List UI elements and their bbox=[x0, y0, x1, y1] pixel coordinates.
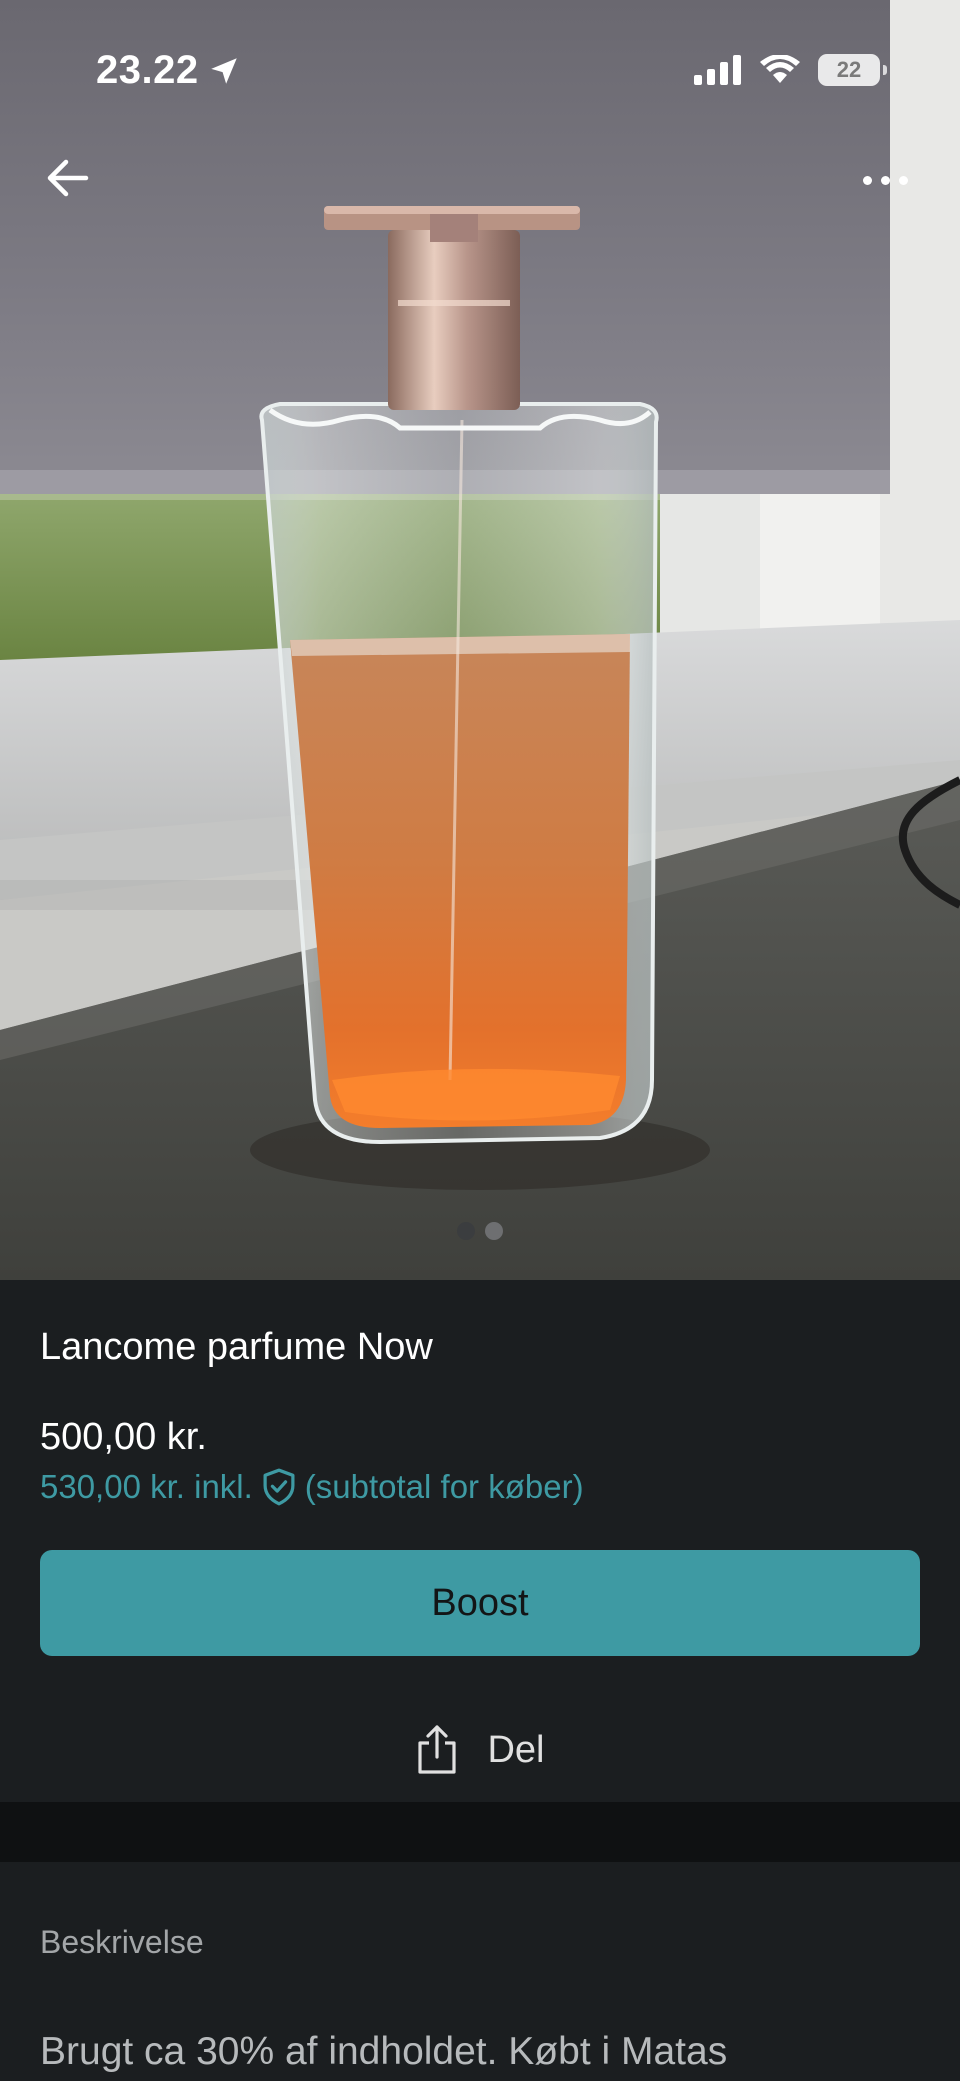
battery-level: 22 bbox=[836, 57, 862, 82]
price-incl-note: (subtotal for køber) bbox=[304, 1468, 584, 1505]
gallery-pagination bbox=[0, 1222, 960, 1240]
product-photo bbox=[0, 0, 960, 1280]
description-label: Beskrivelse bbox=[40, 1924, 204, 1960]
description-text: Brugt ca 30% af indholdet. Købt i Matas bbox=[40, 2030, 728, 2073]
price-incl-amount: 530,00 kr. inkl. bbox=[40, 1468, 253, 1505]
gallery-dot[interactable] bbox=[485, 1222, 503, 1240]
signal-icon bbox=[694, 55, 741, 85]
share-label: Del bbox=[487, 1728, 545, 1771]
shield-check-icon bbox=[263, 1468, 295, 1506]
status-bar: 23.22 22 bbox=[0, 0, 960, 140]
boost-button[interactable]: Boost bbox=[40, 1550, 920, 1656]
gallery-dot-active[interactable] bbox=[457, 1222, 475, 1240]
wifi-icon bbox=[760, 55, 800, 83]
more-options-button[interactable] bbox=[850, 160, 920, 200]
description-section: Beskrivelse Brugt ca 30% af indholdet. K… bbox=[0, 1862, 960, 2081]
listing-price: 500,00 kr. bbox=[40, 1416, 207, 1458]
back-button[interactable] bbox=[40, 150, 96, 206]
status-time: 23.22 bbox=[96, 48, 199, 92]
product-photo-gallery[interactable]: 23.22 22 bbox=[0, 0, 960, 1280]
arrow-left-icon bbox=[47, 159, 89, 197]
section-divider bbox=[0, 1802, 960, 1862]
listing-details: Lancome parfume Now 500,00 kr. 530,00 kr… bbox=[0, 1280, 960, 1802]
price-incl-buyer-protection[interactable]: 530,00 kr. inkl. (subtotal for køber) bbox=[40, 1468, 584, 1506]
share-button[interactable]: Del bbox=[0, 1720, 960, 1780]
location-arrow-icon bbox=[210, 57, 237, 84]
listing-title: Lancome parfume Now bbox=[40, 1326, 433, 1368]
share-icon bbox=[418, 1725, 457, 1774]
battery-icon: 22 bbox=[818, 54, 887, 86]
more-horizontal-icon bbox=[862, 175, 872, 185]
